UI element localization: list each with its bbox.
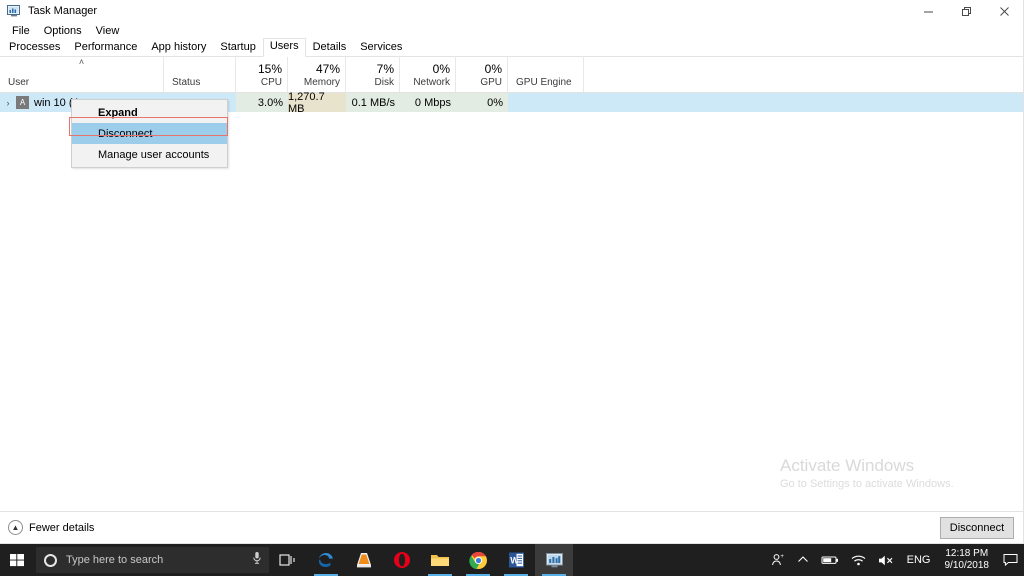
activate-windows-watermark: Activate Windows Go to Settings to activ… <box>780 455 1020 491</box>
people-icon[interactable]: + <box>765 544 791 576</box>
menu-file[interactable]: File <box>5 23 37 39</box>
column-header-disk[interactable]: 7% Disk <box>346 56 400 92</box>
restore-button[interactable] <box>947 0 985 22</box>
window-title: Task Manager <box>28 3 97 19</box>
tab-processes[interactable]: Processes <box>2 40 67 56</box>
cell-disk: 0.1 MB/s <box>346 93 400 112</box>
wifi-icon[interactable] <box>845 544 872 576</box>
edge-icon[interactable] <box>307 544 345 576</box>
column-label-gpu-engine: GPU Engine <box>516 76 572 89</box>
task-manager-window: Task Manager <box>0 0 1024 544</box>
clock-date: 9/10/2018 <box>945 560 990 572</box>
column-label-network: Network <box>413 76 450 89</box>
tab-performance[interactable]: Performance <box>67 40 144 56</box>
fewer-details-label: Fewer details <box>29 522 94 534</box>
watermark-subtitle: Go to Settings to activate Windows. <box>780 477 1020 491</box>
context-menu: Expand Disconnect Manage user accounts <box>71 99 228 168</box>
watermark-title: Activate Windows <box>780 455 1020 477</box>
cortana-circle-icon <box>44 554 57 567</box>
tab-app-history[interactable]: App history <box>144 40 213 56</box>
column-pct-network: 0% <box>433 62 450 76</box>
column-label-status: Status <box>172 76 200 89</box>
vlc-icon[interactable] <box>345 544 383 576</box>
chrome-icon[interactable] <box>459 544 497 576</box>
tab-users[interactable]: Users <box>263 38 306 57</box>
clock[interactable]: 12:18 PM 9/10/2018 <box>937 544 998 576</box>
minimize-button[interactable] <box>909 0 947 22</box>
expand-chevron-icon[interactable]: › <box>0 98 16 108</box>
cell-cpu: 3.0% <box>236 93 288 112</box>
column-header-status[interactable]: Status <box>164 56 236 92</box>
sort-ascending-icon: ˄ <box>79 58 84 67</box>
column-pct-memory: 47% <box>316 62 340 76</box>
context-menu-item-disconnect[interactable]: Disconnect <box>72 123 227 144</box>
tab-strip: Processes Performance App history Startu… <box>0 40 1023 57</box>
fewer-details-button[interactable]: ▲ Fewer details <box>8 520 94 535</box>
column-header-gpu[interactable]: 0% GPU <box>456 56 508 92</box>
clock-time: 12:18 PM <box>945 548 988 560</box>
column-label-gpu: GPU <box>480 76 502 89</box>
start-button[interactable] <box>0 544 34 576</box>
task-manager-icon <box>6 3 22 19</box>
cell-gpu: 0% <box>456 93 508 112</box>
tab-details[interactable]: Details <box>306 40 354 56</box>
title-bar[interactable]: Task Manager <box>0 0 1023 22</box>
tab-services[interactable]: Services <box>353 40 409 56</box>
menu-view[interactable]: View <box>89 23 127 39</box>
disconnect-button[interactable]: Disconnect <box>940 517 1014 539</box>
column-pct-gpu: 0% <box>485 62 502 76</box>
context-menu-item-expand[interactable]: Expand <box>72 102 227 123</box>
status-bar: ▲ Fewer details Disconnect <box>0 511 1023 543</box>
word-icon[interactable]: W <box>497 544 535 576</box>
column-label-disk: Disk <box>375 76 394 89</box>
context-menu-item-manage-user-accounts[interactable]: Manage user accounts <box>72 144 227 165</box>
volume-muted-icon[interactable] <box>872 544 901 576</box>
avatar: A <box>16 96 29 109</box>
cell-gpu-engine <box>508 93 584 112</box>
task-view-icon[interactable] <box>269 544 307 576</box>
column-pct-disk: 7% <box>377 62 394 76</box>
column-header-memory[interactable]: 47% Memory <box>288 56 346 92</box>
action-center-icon[interactable] <box>997 544 1024 576</box>
microphone-icon[interactable] <box>251 551 263 570</box>
system-tray: + <box>765 544 1024 576</box>
battery-icon[interactable] <box>815 544 845 576</box>
chevron-up-icon: ▲ <box>8 520 23 535</box>
language-indicator[interactable]: ENG <box>901 544 937 576</box>
cell-memory: 1,270.7 MB <box>288 93 346 112</box>
opera-icon[interactable] <box>383 544 421 576</box>
show-hidden-icons-icon[interactable] <box>791 544 815 576</box>
cell-network: 0 Mbps <box>400 93 456 112</box>
screen: Task Manager <box>0 0 1024 576</box>
column-label-user: User <box>8 76 29 89</box>
menu-options[interactable]: Options <box>37 23 89 39</box>
search-input[interactable]: Type here to search <box>36 547 269 573</box>
column-header-network[interactable]: 0% Network <box>400 56 456 92</box>
column-header-user[interactable]: ˄ User <box>0 56 164 92</box>
search-placeholder: Type here to search <box>66 554 251 566</box>
tab-startup[interactable]: Startup <box>213 40 262 56</box>
task-manager-taskbar-icon[interactable] <box>535 544 573 576</box>
column-label-cpu: CPU <box>261 76 282 89</box>
column-header-cpu[interactable]: 15% CPU <box>236 56 288 92</box>
window-controls <box>909 0 1023 22</box>
close-button[interactable] <box>985 0 1023 22</box>
column-header-gpu-engine[interactable]: GPU Engine <box>508 56 584 92</box>
column-label-memory: Memory <box>304 76 340 89</box>
file-explorer-icon[interactable] <box>421 544 459 576</box>
taskbar: Type here to search <box>0 544 1024 576</box>
column-pct-cpu: 15% <box>258 62 282 76</box>
table-header: ˄ User Status 15% CPU 47% Memory 7% Disk… <box>0 57 1023 93</box>
svg-text:+: + <box>780 554 784 560</box>
menu-bar: File Options View <box>0 22 1023 40</box>
